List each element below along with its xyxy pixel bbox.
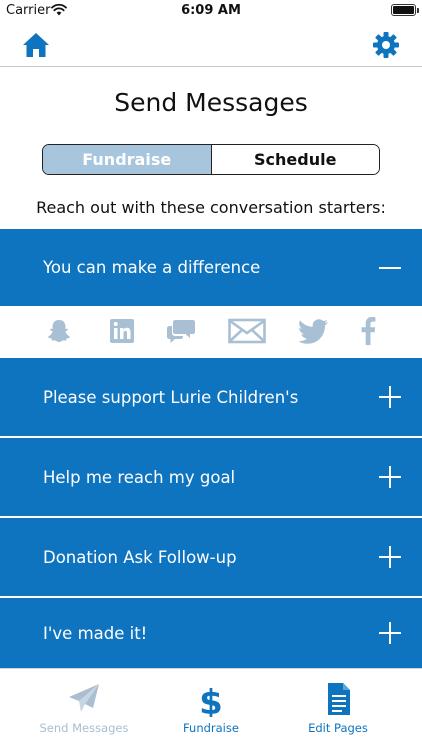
message-item-label: I've made it! bbox=[43, 623, 148, 643]
dollar-icon: $ bbox=[199, 683, 223, 717]
message-item[interactable]: Please support Lurie Children's bbox=[0, 358, 422, 436]
plus-icon[interactable] bbox=[378, 545, 402, 569]
minus-icon[interactable] bbox=[378, 256, 402, 280]
facebook-icon[interactable] bbox=[358, 316, 378, 346]
gear-icon[interactable] bbox=[371, 30, 401, 60]
segmented-control: Fundraise Schedule bbox=[42, 144, 380, 175]
plus-icon[interactable] bbox=[378, 465, 402, 489]
document-icon bbox=[328, 683, 350, 715]
message-item[interactable]: Donation Ask Follow-up bbox=[0, 518, 422, 596]
tab-send-messages[interactable]: Send Messages bbox=[14, 669, 154, 750]
segment-schedule[interactable]: Schedule bbox=[211, 145, 379, 174]
message-item-label: Help me reach my goal bbox=[43, 467, 236, 487]
page-title: Send Messages bbox=[114, 88, 308, 117]
message-item-label: You can make a difference bbox=[43, 258, 261, 277]
paper-plane-icon bbox=[69, 684, 99, 712]
message-item-label: Please support Lurie Children's bbox=[43, 387, 299, 407]
conversation-starters-subtitle: Reach out with these conversation starte… bbox=[36, 198, 386, 217]
message-item[interactable]: I've made it! bbox=[0, 598, 422, 668]
message-item[interactable]: Help me reach my goal bbox=[0, 438, 422, 516]
status-bar: Carrier 6:09 AM bbox=[0, 0, 422, 22]
top-nav-bar bbox=[0, 22, 422, 67]
linkedin-icon[interactable] bbox=[108, 316, 136, 346]
tab-label: Fundraise bbox=[183, 721, 239, 735]
home-icon[interactable] bbox=[21, 30, 51, 60]
tab-edit-pages[interactable]: Edit Pages bbox=[268, 669, 408, 750]
snapchat-icon[interactable] bbox=[45, 316, 73, 346]
segment-fundraise[interactable]: Fundraise bbox=[43, 145, 212, 174]
twitter-icon[interactable] bbox=[298, 316, 330, 346]
email-icon[interactable] bbox=[228, 316, 266, 346]
chat-icon[interactable] bbox=[166, 316, 196, 346]
plus-icon[interactable] bbox=[378, 385, 402, 409]
tab-label: Send Messages bbox=[39, 721, 129, 735]
svg-text:$: $ bbox=[199, 683, 223, 717]
message-item-label: Donation Ask Follow-up bbox=[43, 547, 237, 567]
plus-icon[interactable] bbox=[378, 621, 402, 645]
tab-label: Edit Pages bbox=[308, 721, 368, 735]
share-options-row bbox=[0, 306, 422, 356]
tab-fundraise[interactable]: $ Fundraise bbox=[141, 669, 281, 750]
message-item-expanded[interactable]: You can make a difference bbox=[0, 229, 422, 306]
battery-icon bbox=[391, 4, 419, 16]
bottom-tab-bar: Send Messages $ Fundraise Edit Pages bbox=[0, 668, 422, 750]
clock-label: 6:09 AM bbox=[181, 3, 241, 18]
